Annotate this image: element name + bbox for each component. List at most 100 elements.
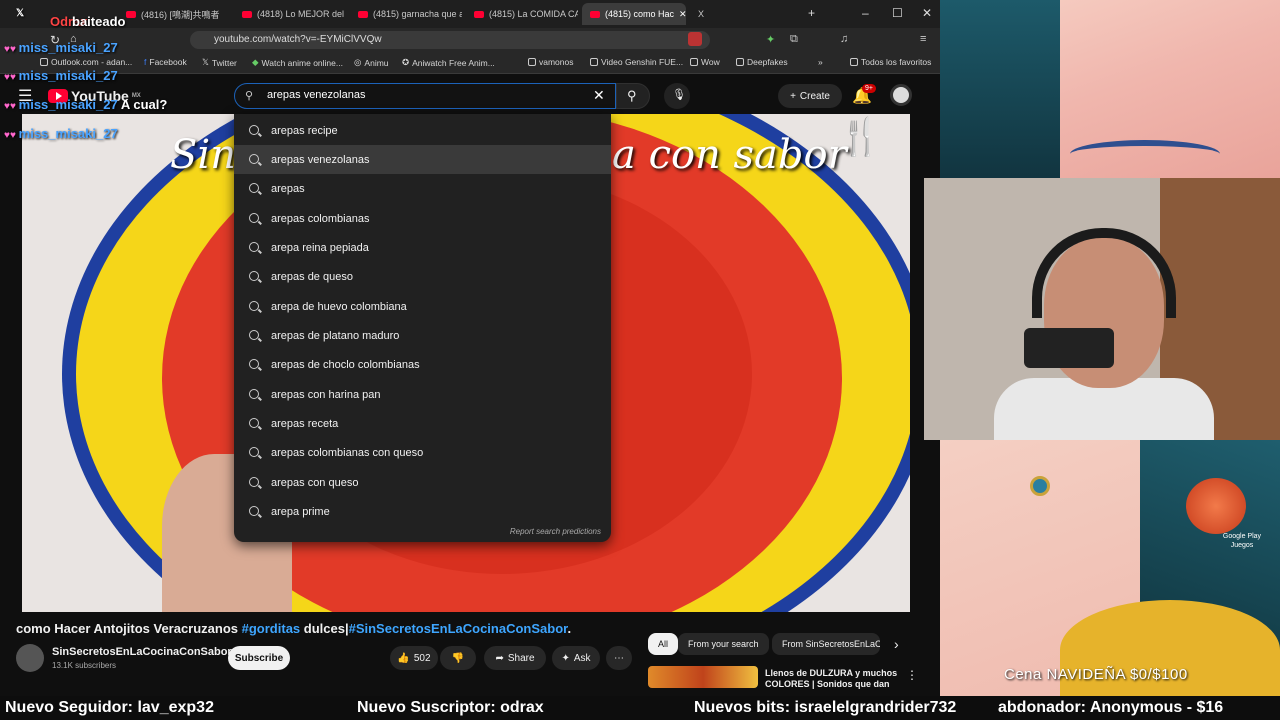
search-icon: [249, 242, 259, 252]
youtube-icon: [242, 10, 252, 18]
voice-search-button[interactable]: 🎙: [664, 83, 690, 109]
new-tab-icon[interactable]: +: [808, 6, 815, 20]
search-icon: [249, 330, 259, 340]
suggestion-item[interactable]: arepa prime: [234, 497, 611, 526]
thumbs-up-icon: 👍: [397, 652, 410, 664]
bookmark-folder[interactable]: Todos los favoritos: [850, 57, 931, 67]
bookmark-site-icon: ◆: [252, 57, 259, 67]
bookmark[interactable]: Outlook.com - adan...: [40, 57, 132, 67]
account-avatar[interactable]: [890, 84, 912, 106]
video-watermark-title: Sin: [170, 132, 236, 178]
chip-from-channel[interactable]: From SinSecretosEnLaC: [772, 633, 880, 655]
folder-icon: [850, 58, 858, 66]
folder-icon: [590, 58, 598, 66]
bookmark-folder[interactable]: vamonos: [528, 57, 574, 67]
globe-icon: ◎: [354, 57, 362, 67]
search-icon: [249, 213, 259, 223]
suggestion-item[interactable]: arepas: [234, 174, 611, 203]
search-icon: [249, 183, 259, 193]
browser-tab[interactable]: (4815) La COMIDA CA: [466, 3, 578, 25]
suggestion-item[interactable]: arepas colombianas con queso: [234, 438, 611, 467]
suggestion-item[interactable]: arepas recipe: [234, 116, 611, 145]
search-icon: [249, 125, 259, 135]
suggestion-item[interactable]: arepas de platano maduro: [234, 321, 611, 350]
suggestion-item[interactable]: arepa de huevo colombiana: [234, 292, 611, 321]
browser-tab[interactable]: (4815) garnacha que a: [350, 3, 462, 25]
minimize-icon[interactable]: –: [862, 6, 869, 20]
x-icon: 𝕏: [202, 57, 209, 67]
dislike-button[interactable]: 👎: [440, 646, 476, 670]
heart-icon: ♥♥: [4, 130, 19, 141]
bookmark[interactable]: ◎ Animu: [354, 57, 389, 68]
sparkle-icon: ✦: [561, 652, 570, 664]
subscribe-button[interactable]: Subscribe: [228, 646, 290, 670]
report-predictions-link[interactable]: Report search predictions: [510, 527, 601, 536]
search-icon: ⚲: [245, 90, 254, 102]
art-eye: [1070, 140, 1220, 168]
recommended-thumbnail[interactable]: [648, 666, 758, 688]
hashtag-link[interactable]: #gorditas: [242, 621, 301, 636]
menu-icon[interactable]: ≡: [920, 33, 926, 45]
chat-line: ♥♥ miss_misaki_27: [4, 68, 118, 83]
suggestion-item[interactable]: arepas de choclo colombianas: [234, 350, 611, 379]
heart-icon: ♥♥: [4, 101, 19, 112]
anime-art-top: [940, 0, 1280, 180]
bookmark[interactable]: ◆ Watch anime online...: [252, 57, 343, 68]
search-icon: [249, 389, 259, 399]
headphones-icon: [1032, 228, 1176, 318]
more-dots-icon: ⋯: [614, 652, 624, 664]
chip-from-search[interactable]: From your search: [678, 633, 769, 655]
google-play-label: Google Play Juegos: [1222, 533, 1262, 549]
url-field[interactable]: youtube.com/watch?v=-EYMiClVVQw: [190, 31, 710, 49]
suggestion-item[interactable]: arepas con harina pan: [234, 380, 611, 409]
browser-tab-strip: (4816) [鳴潮]共鳴者 (4818) Lo MEJOR del (4815…: [0, 0, 940, 28]
search-button[interactable]: ⚲: [616, 83, 650, 109]
channel-name[interactable]: SinSecretosEnLaCocinaConSabor: [52, 646, 232, 658]
close-window-icon[interactable]: ✕: [922, 6, 932, 20]
bookmark[interactable]: ✪ Aniwatch Free Anim...: [402, 57, 495, 68]
bookmark-folder[interactable]: Video Genshin FUE...: [590, 57, 683, 67]
clear-search-icon[interactable]: ✕: [593, 87, 605, 104]
channel-avatar[interactable]: [16, 644, 44, 672]
suggestion-item[interactable]: arepas receta: [234, 409, 611, 438]
search-icon: [249, 359, 259, 369]
extension-icon[interactable]: ✦: [766, 33, 775, 46]
microphone-icon: [1024, 328, 1114, 368]
browser-tab[interactable]: (4816) [鳴潮]共鳴者: [118, 3, 230, 25]
bookmark[interactable]: 𝕏 Twitter: [202, 57, 237, 68]
ask-button[interactable]: ✦ Ask: [552, 646, 600, 670]
close-tab-icon[interactable]: ✕: [679, 9, 686, 20]
more-bookmarks-icon[interactable]: »: [818, 57, 823, 67]
recommended-title[interactable]: Llenos de DULZURA y muchos COLORES | Son…: [765, 668, 905, 690]
thumbs-down-icon: 👎: [451, 652, 465, 664]
notification-badge: 9+: [862, 84, 876, 93]
chevron-right-icon[interactable]: ›: [894, 636, 899, 652]
suggestion-item[interactable]: arepas con queso: [234, 468, 611, 497]
bookmark-folder[interactable]: Wow: [690, 57, 720, 67]
address-bar-row: ↻ ⌂ youtube.com/watch?v=-EYMiClVVQw ✦ ⧉ …: [0, 28, 940, 52]
suggestion-item[interactable]: arepas de queso: [234, 262, 611, 291]
puzzle-icon[interactable]: ⧉: [790, 33, 798, 46]
maximize-icon[interactable]: ☐: [892, 6, 903, 20]
hashtag-link[interactable]: #SinSecretosEnLaCocinaConSabor: [349, 621, 568, 636]
bookmark-folder[interactable]: Deepfakes: [736, 57, 788, 67]
search-input[interactable]: [265, 88, 585, 102]
like-button[interactable]: 👍 502: [390, 646, 438, 670]
heart-icon: ♥♥: [4, 72, 19, 83]
browser-tab[interactable]: (4818) Lo MEJOR del: [234, 3, 346, 25]
suggestion-item[interactable]: arepas colombianas: [234, 204, 611, 233]
bookmark[interactable]: f Facebook: [144, 57, 187, 67]
more-vert-icon[interactable]: ⋮: [906, 668, 918, 682]
music-icon[interactable]: ♫: [840, 33, 848, 45]
extension-icon[interactable]: [688, 32, 702, 46]
google-play-games-icon: [1186, 478, 1246, 534]
video-watermark-title: a con sabor: [612, 132, 847, 178]
suggestion-item[interactable]: arepa reina pepiada: [234, 233, 611, 262]
more-actions-button[interactable]: ⋯: [606, 646, 632, 670]
suggestion-item[interactable]: arepas venezolanas: [234, 145, 611, 174]
browser-tab[interactable]: X: [690, 3, 730, 25]
share-button[interactable]: ➦ Share: [484, 646, 546, 670]
create-button[interactable]: + Create: [778, 84, 842, 108]
chip-all[interactable]: All: [648, 633, 679, 655]
browser-tab-active[interactable]: (4815) como Hac ✕: [582, 3, 686, 25]
